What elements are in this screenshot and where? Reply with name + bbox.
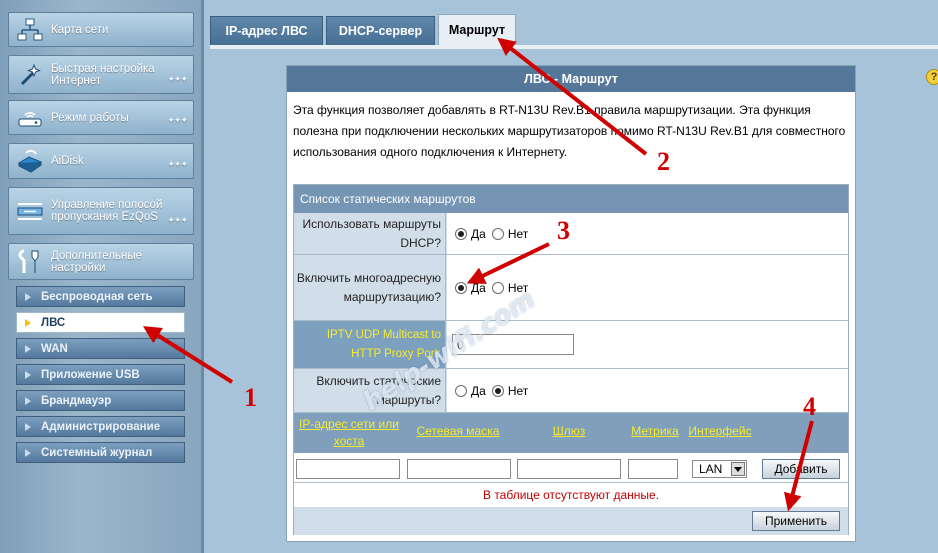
submenu-label: ЛВС <box>41 316 66 329</box>
interface-select[interactable]: LAN <box>692 460 747 478</box>
sidebar-item-network-map[interactable]: Карта сети <box>8 12 194 47</box>
stars-icon: ✦✦✦ <box>167 215 188 225</box>
radio-label: Да <box>471 226 486 241</box>
route-netmask-input[interactable] <box>407 459 511 479</box>
add-route-button[interactable]: Добавить <box>762 459 840 479</box>
apply-button[interactable]: Применить <box>752 511 840 531</box>
column-header-ip[interactable]: IP-адрес сети или хоста <box>296 416 402 450</box>
submenu-label: Приложение USB <box>41 368 140 381</box>
submenu-label: Администрирование <box>41 420 161 433</box>
triangle-right-icon <box>25 370 31 379</box>
column-header-interface[interactable]: Интерфейс <box>684 423 756 440</box>
column-header-metric[interactable]: Метрика <box>626 423 684 440</box>
submenu-lan[interactable]: ЛВС <box>16 312 185 333</box>
submenu-label: Беспроводная сеть <box>41 290 153 303</box>
triangle-right-icon <box>25 396 31 405</box>
radio-label: Нет <box>507 226 529 241</box>
triangle-right-icon <box>25 448 31 457</box>
sidebar: Карта сети Быстрая настройка Интернет ✦✦… <box>0 0 204 553</box>
multicast-routing-row: Включить многоадресную маршрутизацию? Да… <box>294 255 848 321</box>
panel-title: ЛВС - Маршрут <box>287 66 855 92</box>
tab-underline <box>210 45 938 49</box>
table-header: IP-адрес сети или хоста Сетевая маска Шл… <box>294 413 848 453</box>
submenu-firewall[interactable]: Брандмауэр <box>16 390 185 411</box>
sidebar-item-label: Режим работы <box>51 111 129 124</box>
router-icon <box>9 101 51 134</box>
multicast-routing-yes-radio[interactable] <box>455 281 467 294</box>
submenu-label: WAN <box>41 342 68 355</box>
column-header-netmask[interactable]: Сетевая маска <box>406 423 510 440</box>
network-map-icon <box>9 13 51 46</box>
radio-label: Да <box>471 280 486 295</box>
field-label: Использовать маршруты DHCP? <box>294 213 446 254</box>
section-title: Список статических маршрутов <box>294 185 848 213</box>
sidebar-item-quick-setup[interactable]: Быстрая настройка Интернет ✦✦✦ <box>8 55 194 94</box>
field-value: Да Нет <box>447 213 848 254</box>
submenu-wireless[interactable]: Беспроводная сеть <box>16 286 185 307</box>
field-label: Включить многоадресную маршрутизацию? <box>294 255 446 320</box>
route-ip-input[interactable] <box>296 459 400 479</box>
magic-wand-icon <box>9 56 51 93</box>
tools-icon <box>9 244 51 279</box>
tab-dhcp-server[interactable]: DHCP-сервер <box>326 16 435 45</box>
use-dhcp-routes-no-radio[interactable] <box>491 227 504 240</box>
multicast-routing-no-radio[interactable] <box>491 281 504 294</box>
tab-route[interactable]: Маршрут <box>438 14 516 45</box>
submenu-administration[interactable]: Администрирование <box>16 416 185 437</box>
submenu-wan[interactable]: WAN <box>16 338 185 359</box>
submenu-label: Брандмауэр <box>41 394 112 407</box>
qos-icon <box>9 188 51 234</box>
use-dhcp-routes-yes-radio[interactable] <box>455 227 467 240</box>
tab-label: Маршрут <box>448 23 506 37</box>
column-header-gateway[interactable]: Шлюз <box>516 423 622 440</box>
apply-bar: Применить <box>294 507 848 535</box>
stars-icon: ✦✦✦ <box>167 74 188 84</box>
radio-label: Нет <box>507 383 529 398</box>
sidebar-item-ezqos[interactable]: Управление полосой пропускания EzQoS ✦✦✦ <box>8 187 194 235</box>
triangle-right-icon <box>25 344 31 353</box>
route-input-row: LAN Добавить <box>294 453 848 483</box>
iptv-proxy-port-row: IPTV UDP Multicast to HTTP Proxy Port: 0 <box>294 321 848 369</box>
triangle-right-icon <box>25 318 31 327</box>
help-icon[interactable]: ? <box>926 69 938 85</box>
stars-icon: ✦✦✦ <box>167 115 188 125</box>
empty-table-message: В таблице отсутствуют данные. <box>294 483 848 507</box>
sidebar-item-label: AiDisk <box>51 155 84 167</box>
stars-icon: ✦✦✦ <box>167 159 188 169</box>
tab-label: DHCP-сервер <box>338 24 423 38</box>
static-routes-yes-radio[interactable] <box>455 384 467 397</box>
static-routes-no-radio[interactable] <box>491 384 504 397</box>
panel-description: Эта функция позволяет добавлять в RT-N13… <box>293 103 846 159</box>
route-panel: ЛВС - Маршрут Эта функция позволяет доба… <box>286 65 856 542</box>
sidebar-item-operation-mode[interactable]: Режим работы ✦✦✦ <box>8 100 194 135</box>
sidebar-item-label: Карта сети <box>51 23 109 36</box>
sidebar-item-aidisk[interactable]: AiDisk ✦✦✦ <box>8 143 194 179</box>
submenu-label: Системный журнал <box>41 446 153 459</box>
triangle-right-icon <box>25 292 31 301</box>
sidebar-item-label: Дополнительные настройки <box>51 249 143 274</box>
sidebar-item-advanced-settings[interactable]: Дополнительные настройки <box>8 243 194 280</box>
radio-label: Да <box>471 383 486 398</box>
field-value: Да Нет <box>447 369 848 412</box>
triangle-right-icon <box>25 422 31 431</box>
route-metric-input[interactable] <box>628 459 678 479</box>
chevron-down-icon <box>731 462 745 476</box>
tab-lan-ip[interactable]: IP-адрес ЛВС <box>210 16 323 45</box>
annotation-number-1: 1 <box>244 383 257 412</box>
interface-value: LAN <box>699 462 723 476</box>
tab-label: IP-адрес ЛВС <box>225 24 308 38</box>
static-routes-section: Список статических маршрутов Использоват… <box>293 184 849 535</box>
disk-icon <box>9 144 51 178</box>
route-gateway-input[interactable] <box>517 459 621 479</box>
submenu-usb-application[interactable]: Приложение USB <box>16 364 185 385</box>
use-dhcp-routes-row: Использовать маршруты DHCP? Да Нет <box>294 213 848 255</box>
submenu-system-log[interactable]: Системный журнал <box>16 442 185 463</box>
